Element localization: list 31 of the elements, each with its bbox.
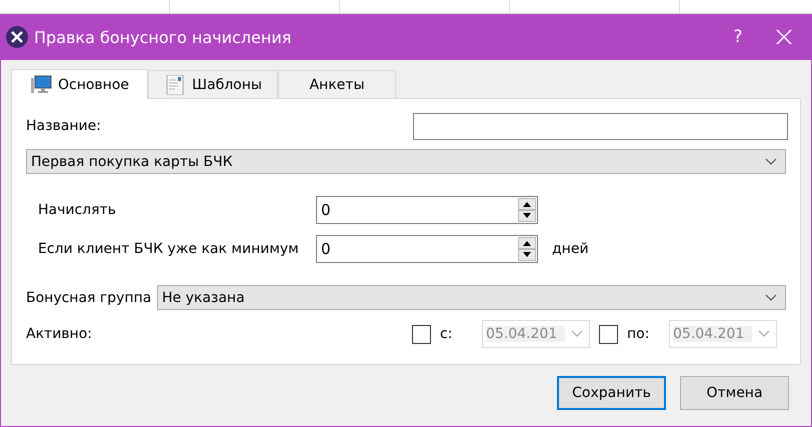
date-picker: 05.04.201 <box>482 320 590 348</box>
min-days-label: Если клиент БЧК уже как минимум <box>38 241 300 257</box>
date-label: с: <box>440 326 454 342</box>
number-spinner[interactable]: 0 <box>316 196 538 224</box>
group-dropdown[interactable]: Не указана <box>157 285 786 310</box>
chevron-icon <box>765 158 777 166</box>
date-label: по: <box>627 326 650 342</box>
chevron-icon <box>765 294 777 302</box>
cancel-button[interactable]: Отмена <box>680 376 789 410</box>
spinner-arrows-icon <box>518 198 536 222</box>
unit-label: дней <box>552 241 589 257</box>
document-icon <box>164 74 186 94</box>
tab[interactable]: Основное <box>11 69 148 99</box>
spinner-arrows-icon <box>518 237 536 261</box>
name-field[interactable] <box>413 112 788 140</box>
chevron-icon <box>571 330 583 338</box>
tab[interactable]: Анкеты <box>278 70 396 98</box>
monitor-icon <box>30 74 52 94</box>
save-button[interactable]: Сохранить <box>557 376 666 410</box>
name-label: Название: <box>26 118 101 134</box>
close-icon <box>776 29 792 45</box>
number-spinner[interactable]: 0 <box>316 235 538 263</box>
window-title: Правка бонусного начисления <box>34 28 292 46</box>
tab[interactable]: Шаблоны <box>148 70 278 98</box>
help-button[interactable]: ? <box>718 27 758 47</box>
accrue-label: Начислять <box>38 202 117 218</box>
type-dropdown[interactable]: Первая покупка карты БЧК <box>26 149 786 174</box>
active-label: Активно: <box>26 326 93 342</box>
group-label: Бонусная группа <box>26 290 152 306</box>
chevron-icon <box>758 330 770 338</box>
date-picker: 05.04.201 <box>669 320 777 348</box>
